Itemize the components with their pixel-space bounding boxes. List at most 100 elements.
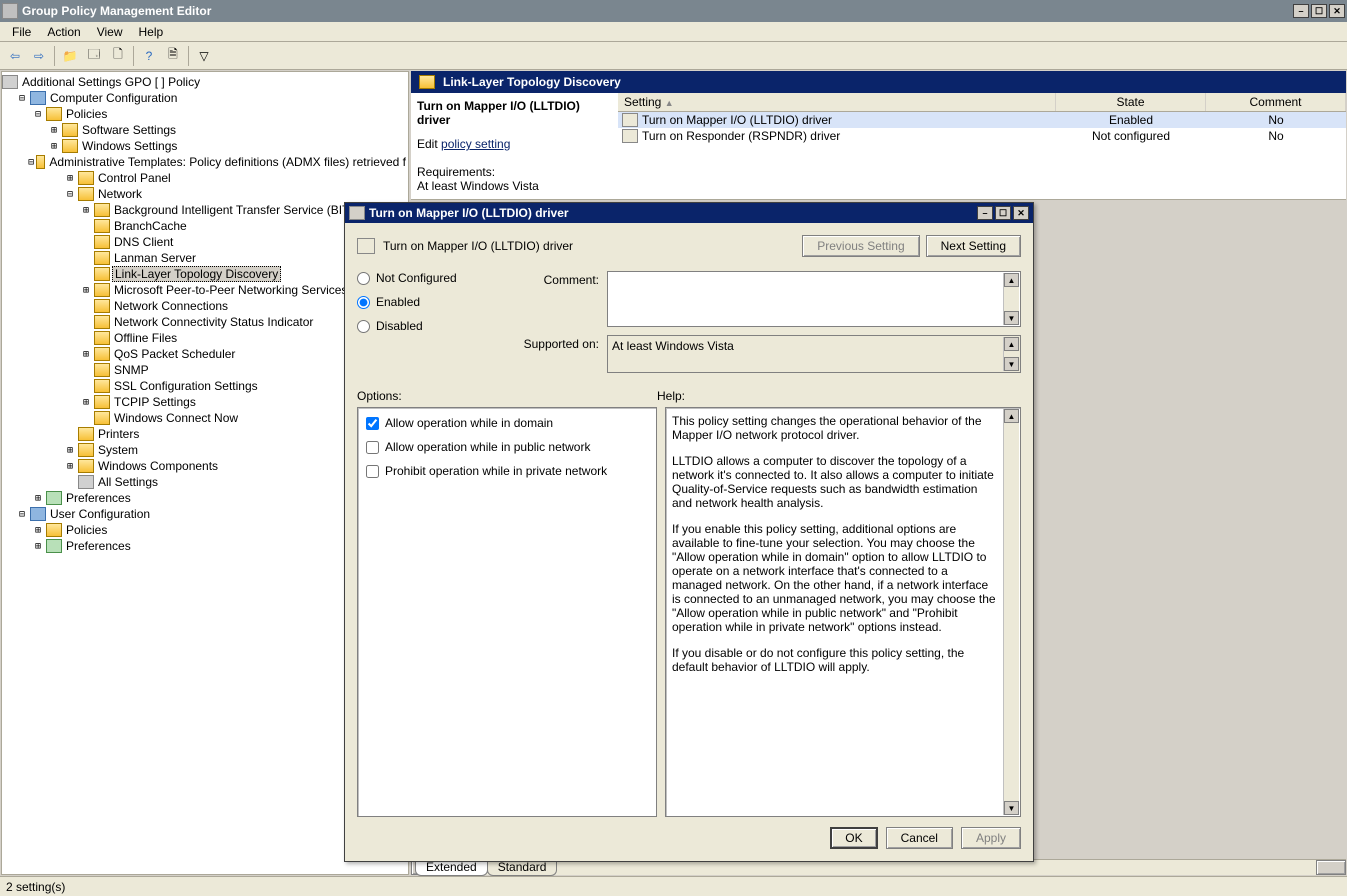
scroll-down-icon[interactable]: ▼	[1004, 311, 1019, 325]
option-label: Allow operation while in public network	[385, 440, 590, 454]
col-comment[interactable]: Comment	[1206, 93, 1346, 111]
comp-icon	[30, 507, 46, 521]
expand-toggle[interactable]: ⊞	[78, 397, 94, 408]
expand-toggle[interactable]: ⊞	[46, 141, 62, 152]
expand-toggle[interactable]: ⊟	[62, 189, 78, 200]
folder-icon	[94, 299, 110, 313]
properties-icon[interactable]: 🗋	[107, 45, 129, 67]
expand-toggle[interactable]: ⊟	[14, 93, 30, 104]
dialog-minimize-button[interactable]	[977, 206, 993, 220]
expand-toggle[interactable]: ⊞	[62, 461, 78, 472]
comment-label: Comment:	[507, 271, 607, 327]
tree-item[interactable]: ⊞ Control Panel	[2, 170, 408, 186]
edit-policy-link[interactable]: policy setting	[441, 137, 510, 151]
folder-icon	[94, 315, 110, 329]
setting-name: Turn on Responder (RSPNDR) driver	[642, 129, 840, 143]
scroll-up-icon[interactable]: ▲	[1004, 273, 1019, 287]
tree-item[interactable]: ⊞ Windows Settings	[2, 138, 408, 154]
table-row[interactable]: Turn on Mapper I/O (LLTDIO) driver Enable…	[618, 112, 1346, 128]
help-icon[interactable]: ?	[138, 45, 160, 67]
folder-icon	[46, 523, 62, 537]
cancel-button[interactable]: Cancel	[886, 827, 953, 849]
radio-enabled[interactable]: Enabled	[357, 295, 487, 309]
setting-name: Turn on Mapper I/O (LLTDIO) driver	[642, 113, 832, 127]
expand-toggle[interactable]: ⊞	[78, 349, 94, 360]
expand-toggle[interactable]: ⊞	[30, 541, 46, 552]
folder-icon	[46, 107, 62, 121]
expand-toggle[interactable]: ⊞	[46, 125, 62, 136]
scroll-down-icon: ▼	[1004, 357, 1019, 371]
expand-toggle[interactable]: ⊞	[30, 493, 46, 504]
col-setting[interactable]: Setting ▲	[618, 93, 1056, 111]
radio-not-configured[interactable]: Not Configured	[357, 271, 487, 285]
setting-heading: Turn on Mapper I/O (LLTDIO) driver	[417, 99, 612, 127]
tree-item-label: Windows Settings	[80, 139, 179, 153]
info-panel: Turn on Mapper I/O (LLTDIO) driver Edit …	[411, 93, 618, 199]
tree-item[interactable]: ⊞ Software Settings	[2, 122, 408, 138]
show-hide-icon[interactable]: 🗔	[83, 45, 105, 67]
folder-icon	[94, 395, 110, 409]
scroll-up-icon[interactable]: ▲	[1004, 409, 1019, 423]
tree-item[interactable]: ⊟Network	[2, 186, 408, 202]
menu-help[interactable]: Help	[131, 23, 172, 41]
window-title: Group Policy Management Editor	[22, 4, 211, 18]
toolbar-separator	[54, 46, 55, 66]
table-row[interactable]: Turn on Responder (RSPNDR) driverNot con…	[618, 128, 1346, 144]
expand-toggle[interactable]: ⊟	[27, 157, 36, 168]
previous-setting-button[interactable]: Previous Setting	[802, 235, 919, 257]
apply-button[interactable]: Apply	[961, 827, 1021, 849]
help-label: Help:	[657, 389, 685, 403]
comment-textarea[interactable]: ▲▼	[607, 271, 1021, 327]
requirements-value: At least Windows Vista	[417, 179, 612, 193]
folder-icon	[94, 347, 110, 361]
setting-state: Enabled	[1056, 113, 1206, 127]
expand-toggle[interactable]: ⊞	[30, 525, 46, 536]
category-header: Link-Layer Topology Discovery	[411, 71, 1346, 93]
tree-item-label: Microsoft Peer-to-Peer Networking Servic…	[112, 283, 349, 297]
up-icon[interactable]: 📁	[59, 45, 81, 67]
menu-file[interactable]: File	[4, 23, 39, 41]
next-setting-button[interactable]: Next Setting	[926, 235, 1021, 257]
tree-item[interactable]: ⊟Policies	[2, 106, 408, 122]
option-checkbox[interactable]: Prohibit operation while in private netw…	[366, 464, 648, 478]
ok-button[interactable]: OK	[830, 827, 877, 849]
menu-view[interactable]: View	[89, 23, 131, 41]
back-icon[interactable]: ⇦	[4, 45, 26, 67]
menu-action[interactable]: Action	[39, 23, 88, 41]
maximize-button[interactable]	[1311, 4, 1327, 18]
minimize-button[interactable]	[1293, 4, 1309, 18]
option-label: Allow operation while in domain	[385, 416, 553, 430]
tree-root[interactable]: Additional Settings GPO [ ] Policy	[2, 74, 408, 90]
tree-item-label: Control Panel	[96, 171, 173, 185]
expand-toggle[interactable]: ⊞	[62, 445, 78, 456]
tree-item-label: Software Settings	[80, 123, 178, 137]
expand-toggle[interactable]: ⊟	[30, 109, 46, 120]
export-icon[interactable]: 🗎	[162, 45, 184, 67]
state-radio-group: Not Configured Enabled Disabled	[357, 271, 487, 381]
expand-toggle[interactable]: ⊞	[78, 285, 94, 296]
help-paragraph: If you enable this policy setting, addit…	[672, 522, 998, 634]
scroll-right-button[interactable]	[1316, 860, 1346, 875]
pref-icon	[46, 539, 62, 553]
expand-toggle[interactable]: ⊞	[62, 173, 78, 184]
tree-item-label: Computer Configuration	[48, 91, 179, 105]
tree-item-label: Preferences	[64, 539, 133, 553]
expand-toggle[interactable]: ⊞	[78, 205, 94, 216]
option-checkbox[interactable]: Allow operation while in domain	[366, 416, 648, 430]
filter-icon[interactable]: ▽	[193, 45, 215, 67]
expand-toggle[interactable]: ⊟	[14, 509, 30, 520]
scroll-down-icon[interactable]: ▼	[1004, 801, 1019, 815]
tree-item[interactable]: ⊟ Computer Configuration	[2, 90, 408, 106]
folder-icon	[36, 155, 46, 169]
forward-icon[interactable]: ⇨	[28, 45, 50, 67]
help-pane: This policy setting changes the operatio…	[665, 407, 1021, 817]
dialog-close-button[interactable]	[1013, 206, 1029, 220]
dialog-maximize-button[interactable]	[995, 206, 1011, 220]
option-checkbox[interactable]: Allow operation while in public network	[366, 440, 648, 454]
folder-icon	[78, 459, 94, 473]
edit-prefix: Edit	[417, 137, 441, 151]
close-button[interactable]	[1329, 4, 1345, 18]
col-state[interactable]: State	[1056, 93, 1206, 111]
radio-disabled[interactable]: Disabled	[357, 319, 487, 333]
tree-item[interactable]: ⊟Administrative Templates: Policy defini…	[2, 154, 408, 170]
